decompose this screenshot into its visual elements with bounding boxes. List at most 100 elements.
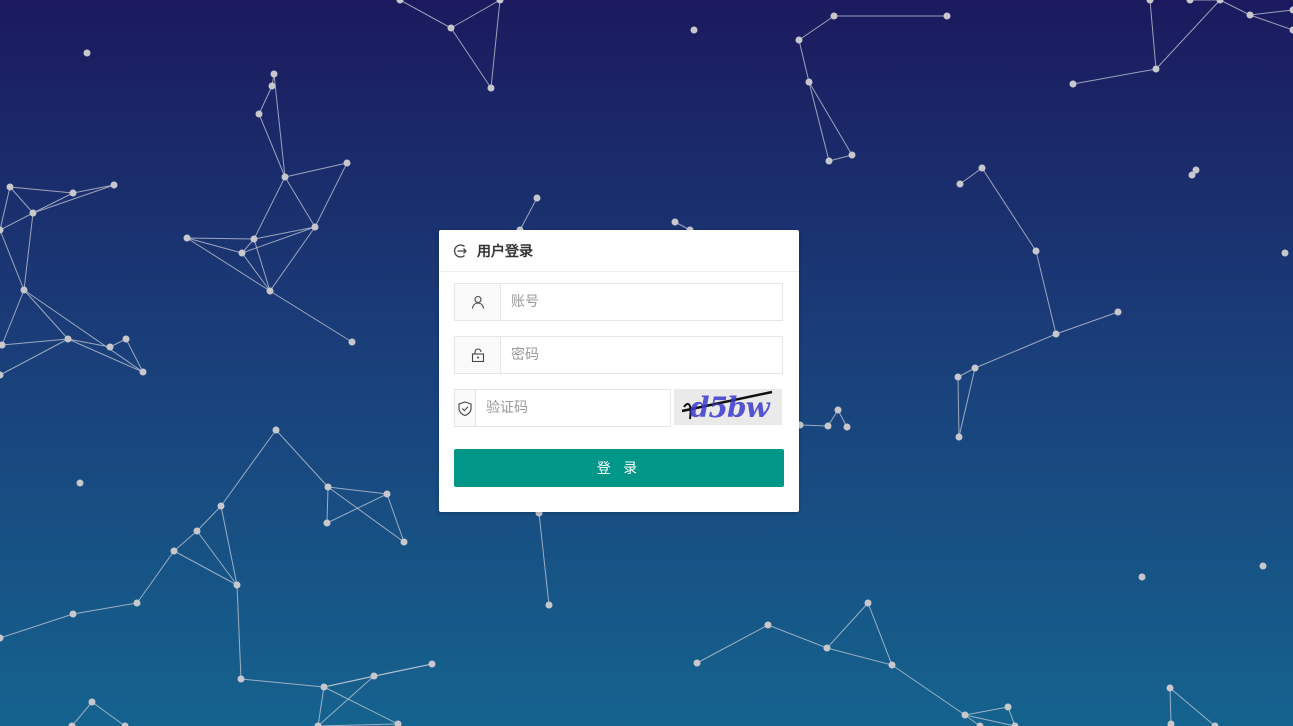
particle-dot (139, 368, 147, 376)
particle-dot (133, 599, 141, 607)
particle-link (1035, 250, 1057, 335)
particle-link (32, 184, 115, 214)
particle-link (269, 226, 316, 292)
particle-dot (888, 661, 896, 669)
particle-link (273, 73, 286, 178)
particle-link (1055, 311, 1119, 335)
particle-dot (193, 527, 201, 535)
particle-dot (976, 722, 984, 726)
particle-dot (843, 423, 851, 431)
username-input[interactable] (501, 284, 782, 320)
particle-dot (233, 581, 241, 589)
particle-dot (1289, 6, 1293, 14)
particle-link (67, 338, 144, 373)
particle-link (32, 192, 74, 214)
particle-dot (183, 234, 191, 242)
particle-link (314, 162, 348, 228)
particle-link (767, 624, 828, 649)
particle-link (826, 602, 869, 649)
login-header: 用户登录 (439, 230, 799, 272)
particle-link (236, 584, 242, 680)
particle-link (450, 0, 501, 29)
particle-dot (943, 12, 951, 20)
particle-link (1155, 0, 1221, 70)
particle-link (9, 186, 34, 214)
particle-link (327, 486, 405, 543)
particle-dot (1259, 562, 1267, 570)
particle-dot (864, 599, 872, 607)
particle-dot (272, 426, 280, 434)
particle-dot (324, 483, 332, 491)
particle-dot (1032, 247, 1040, 255)
particle-dot (323, 519, 331, 527)
login-title: 用户登录 (477, 243, 533, 260)
particle-link (67, 338, 111, 348)
particle-dot (1004, 703, 1012, 711)
particle-link (826, 647, 893, 666)
particle-link (891, 664, 966, 716)
particle-dot (396, 0, 404, 4)
particle-link (981, 167, 1037, 252)
particle-dot (88, 698, 96, 706)
particle-link (9, 186, 74, 194)
particle-dot (961, 711, 969, 719)
particle-dot (830, 12, 838, 20)
particle-dot (1152, 65, 1160, 73)
particle-dot (69, 610, 77, 618)
particle-link (23, 289, 144, 373)
particle-dot (370, 672, 378, 680)
particle-dot (6, 183, 14, 191)
particle-dot (956, 180, 964, 188)
particle-link (696, 624, 769, 664)
particle-link (23, 212, 34, 291)
captcha-field (454, 389, 671, 427)
particle-link (173, 550, 238, 586)
particle-dot (29, 209, 37, 217)
username-field (454, 283, 783, 321)
particle-dot (1069, 80, 1077, 88)
captcha-input[interactable] (476, 390, 670, 426)
particle-dot (394, 720, 402, 726)
login-button[interactable]: 登 录 (454, 449, 784, 487)
particle-link (284, 176, 316, 228)
particle-link (1169, 687, 1172, 725)
shield-check-icon (455, 390, 476, 426)
particle-link (284, 162, 348, 178)
particle-dot (348, 338, 356, 346)
particle-dot (1146, 0, 1154, 4)
particle-dot (238, 249, 246, 257)
particle-dot (971, 364, 979, 372)
particle-link (326, 486, 329, 524)
particle-link (241, 252, 271, 292)
password-input[interactable] (501, 337, 782, 373)
particle-dot (237, 675, 245, 683)
login-icon (453, 243, 469, 259)
particle-dot (314, 722, 322, 726)
particle-link (186, 237, 255, 240)
particle-link (958, 367, 976, 438)
particle-dot (311, 223, 319, 231)
particle-link (1249, 14, 1293, 31)
login-card: 用户登录 账号 验证码 d5bw 登 录 (439, 230, 799, 512)
particle-link (808, 81, 853, 156)
particle-link (196, 505, 222, 532)
particle-dot (428, 660, 436, 668)
particle-dot (83, 49, 91, 57)
particle-link (386, 493, 405, 543)
particle-link (0, 229, 25, 291)
particle-link (957, 376, 960, 438)
particle-link (0, 212, 34, 231)
particle-link (538, 512, 550, 606)
particle-link (125, 338, 144, 373)
particle-link (71, 701, 93, 726)
particle-dot (1246, 11, 1254, 19)
particle-dot (1011, 722, 1019, 726)
particle-dot (1281, 249, 1289, 257)
particle-dot (1138, 573, 1146, 581)
particle-dot (545, 601, 553, 609)
particle-dot (400, 538, 408, 546)
particle-dot (64, 335, 72, 343)
captcha-image[interactable]: d5bw (674, 389, 782, 425)
particle-link (0, 186, 11, 231)
particle-link (1219, 0, 1251, 16)
